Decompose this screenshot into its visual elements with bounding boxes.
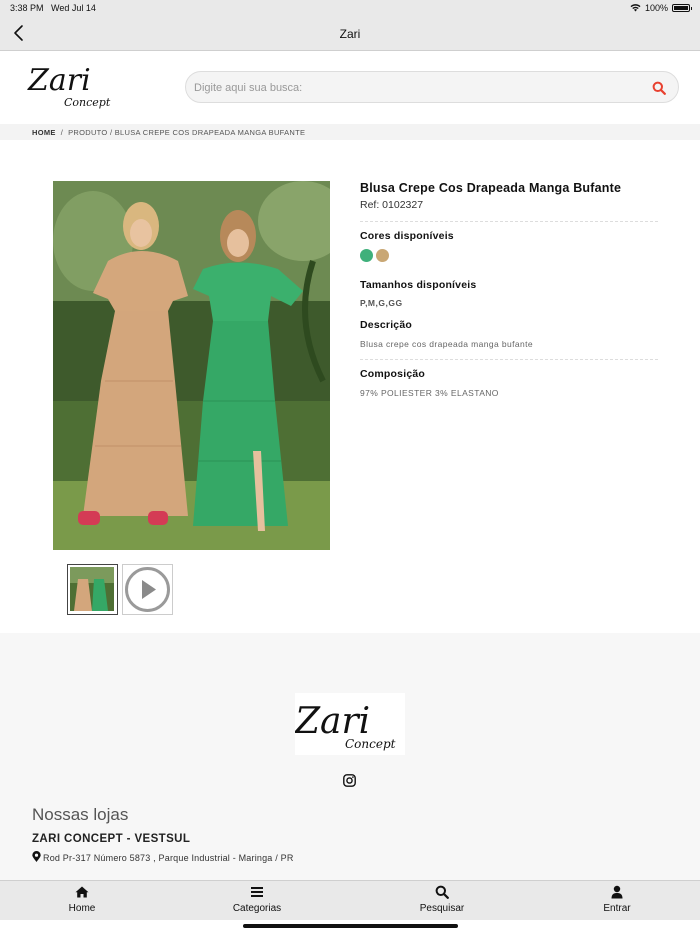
product-ref: Ref: 0102327 (360, 199, 424, 211)
store-address: Rod Pr-317 Número 5873 , Parque Industri… (32, 851, 297, 865)
tab-home-label: Home (68, 903, 96, 914)
divider (360, 359, 658, 360)
location-pin-icon (32, 851, 41, 862)
wifi-icon (630, 4, 641, 12)
color-swatch-beige[interactable] (376, 249, 389, 262)
status-indicators: 100% (630, 3, 692, 13)
tab-entrar-label: Entrar (603, 903, 631, 914)
svg-text:Concept: Concept (345, 737, 396, 751)
breadcrumb-home[interactable]: HOME (32, 128, 56, 137)
instagram-icon[interactable] (343, 774, 356, 787)
search-icon[interactable] (652, 81, 666, 95)
home-indicator[interactable] (243, 924, 458, 928)
tab-pesquisar[interactable]: Pesquisar (382, 885, 502, 914)
breadcrumb-separator: / (60, 128, 64, 137)
composition-text: 97% POLIESTER 3% ELASTANO (360, 388, 499, 398)
site-header: Zari Concept (0, 52, 700, 124)
battery-percent: 100% (644, 3, 668, 13)
thumbnail-photo-image (70, 567, 114, 611)
tab-home[interactable]: Home (22, 885, 142, 914)
search-input[interactable] (194, 78, 634, 98)
color-swatch-green[interactable] (360, 249, 373, 262)
thumbnail-video[interactable] (122, 564, 173, 615)
tab-categorias[interactable]: Categorias (197, 885, 317, 914)
search-icon (435, 885, 449, 899)
search-bar (185, 71, 679, 103)
tab-pesquisar-label: Pesquisar (419, 903, 465, 914)
status-time: 3:38 PM Wed Jul 14 (10, 3, 96, 13)
battery-icon (672, 4, 692, 12)
description-text: Blusa crepe cos drapeada manga bufante (360, 339, 534, 349)
tab-entrar[interactable]: Entrar (557, 885, 677, 914)
thumbnail-photo[interactable] (67, 564, 118, 615)
home-icon (75, 886, 89, 898)
user-icon (611, 885, 623, 899)
play-icon (125, 567, 170, 612)
nav-title: Zari (339, 27, 361, 41)
footer: Zari Concept Nossas lojas ZARI CONCEPT -… (0, 633, 700, 880)
product-info: Blusa Crepe Cos Drapeada Manga Bufante R… (360, 181, 658, 398)
store-address-text: Rod Pr-317 Número 5873 , Parque Industri… (43, 853, 294, 863)
zari-logo[interactable]: Zari Concept (26, 60, 118, 112)
stores-title: Nossas lojas (32, 805, 129, 824)
breadcrumb: HOME / PRODUTO / BLUSA CREPE COS DRAPEADA … (0, 124, 700, 140)
svg-text:Concept: Concept (64, 96, 111, 109)
svg-text:Zari: Zari (27, 63, 91, 98)
home-indicator-area (0, 920, 700, 934)
colors-title: Cores disponíveis (360, 230, 454, 242)
composition-title: Composição (360, 368, 426, 380)
color-swatches (360, 249, 658, 262)
tab-bar: Home Categorias Pesquisar Entrar (0, 880, 700, 920)
status-bar: 3:38 PM Wed Jul 14 100% (0, 0, 700, 16)
sizes-title: Tamanhos disponíveis (360, 279, 477, 291)
divider (360, 221, 658, 222)
nav-bar: Zari (0, 16, 700, 51)
tab-categorias-label: Categorias (232, 903, 282, 914)
footer-zari-logo: Zari Concept (295, 693, 405, 755)
svg-text:Zari: Zari (295, 701, 370, 742)
store-name: ZARI CONCEPT - VESTSUL (32, 833, 191, 845)
breadcrumb-path[interactable]: PRODUTO / BLUSA CREPE COS DRAPEADA MANGA… (68, 128, 305, 137)
product-title: Blusa Crepe Cos Drapeada Manga Bufante (360, 181, 622, 195)
product-photo[interactable] (53, 181, 330, 550)
menu-icon (251, 887, 263, 897)
sizes-value: P,M,G,GG (360, 298, 403, 308)
description-title: Descrição (360, 319, 412, 331)
